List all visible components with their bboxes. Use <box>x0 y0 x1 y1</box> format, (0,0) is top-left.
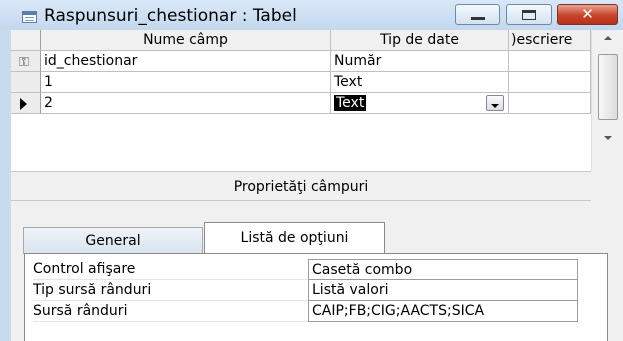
data-type-combo[interactable]: Text <box>331 93 509 114</box>
scroll-up-icon[interactable] <box>604 36 612 40</box>
field-properties-area: Proprietăţi câmpuri General Listă de opţ… <box>11 171 623 341</box>
scroll-thumb[interactable] <box>598 54 618 120</box>
scroll-down-icon[interactable] <box>604 136 612 140</box>
column-header-description[interactable]: )escriere <box>509 30 591 51</box>
grid-header: Nume câmp Tip de date )escriere <box>11 30 591 51</box>
description-cell[interactable] <box>509 72 591 93</box>
tab-lookup[interactable]: Listă de opţiuni <box>204 222 385 254</box>
maximize-icon <box>522 10 536 20</box>
minimize-button[interactable] <box>455 4 500 25</box>
close-icon: ✕ <box>581 5 594 23</box>
field-name-cell[interactable]: id_chestionar <box>41 51 331 72</box>
title-bar[interactable]: Raspunsuri_chestionar : Tabel ✕ <box>0 0 623 30</box>
header-selector <box>11 30 41 51</box>
column-header-name[interactable]: Nume câmp <box>41 30 331 51</box>
property-label: Sursă rânduri <box>33 301 309 322</box>
field-properties-title: Proprietăţi câmpuri <box>11 171 591 201</box>
properties-panel: Control afişare Casetă combo Tip sursă r… <box>24 253 608 341</box>
property-label: Control afişare <box>33 259 309 280</box>
tab-general[interactable]: General <box>23 227 203 254</box>
property-value[interactable]: Casetă combo <box>308 259 578 280</box>
row-selector[interactable] <box>11 72 41 93</box>
property-label: Tip sursă rânduri <box>33 280 309 301</box>
column-header-type[interactable]: Tip de date <box>331 30 509 51</box>
table-row[interactable]: ⚿ id_chestionar Număr <box>11 51 591 72</box>
window-title: Raspunsuri_chestionar : Tabel <box>44 6 297 26</box>
row-selector[interactable]: ⚿ <box>11 51 41 72</box>
data-type-cell[interactable]: Text <box>331 72 509 93</box>
property-value[interactable]: Listă valori <box>308 280 578 301</box>
vertical-scrollbar[interactable] <box>591 30 623 171</box>
table-row[interactable]: 2 Text <box>11 93 591 114</box>
field-name-cell[interactable]: 1 <box>41 72 331 93</box>
description-cell[interactable] <box>509 51 591 72</box>
table-row[interactable]: 1 Text <box>11 72 591 93</box>
description-cell[interactable] <box>509 93 591 114</box>
close-button[interactable]: ✕ <box>557 4 618 25</box>
property-value[interactable]: CAIP;FB;CIG;AACTS;SICA <box>308 301 578 322</box>
field-name-cell[interactable]: 2 <box>41 93 331 114</box>
minimize-icon <box>471 17 485 20</box>
primary-key-icon: ⚿ <box>19 55 29 70</box>
row-selector[interactable] <box>11 93 41 114</box>
maximize-button[interactable] <box>506 4 552 25</box>
field-grid: Nume câmp Tip de date )escriere ⚿ id_che… <box>11 30 623 171</box>
table-design-window: Raspunsuri_chestionar : Tabel ✕ Nume câm… <box>0 0 623 341</box>
data-type-selected-value: Text <box>334 95 367 111</box>
dropdown-button[interactable] <box>486 95 504 111</box>
table-icon <box>22 11 37 23</box>
current-row-arrow-icon <box>20 98 27 110</box>
data-type-cell[interactable]: Număr <box>331 51 509 72</box>
chevron-down-icon <box>491 104 499 108</box>
